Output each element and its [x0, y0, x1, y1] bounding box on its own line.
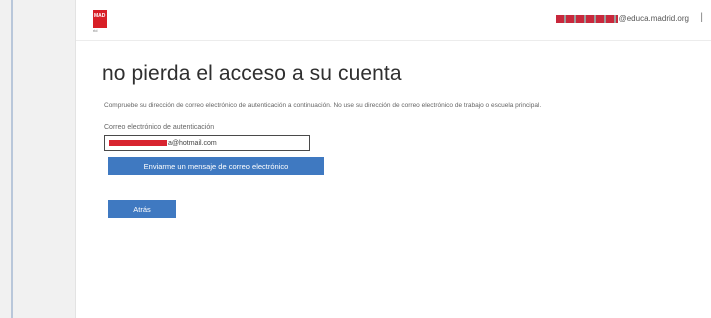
account-email-domain: @educa.madrid.org [618, 14, 689, 23]
redacted-email-local [109, 140, 167, 146]
logo-text: MAD [94, 13, 106, 19]
auth-email-label: Correo electrónico de autenticación [104, 124, 215, 131]
back-button[interactable]: Atrás [108, 200, 176, 218]
send-email-button[interactable]: Enviarme un mensaje de correo electrónic… [108, 157, 324, 175]
left-rail [0, 0, 76, 318]
brand-logo-icon: MAD rid [93, 10, 107, 33]
instructions-text: Compruebe su dirección de correo electró… [104, 102, 542, 109]
auth-email-input[interactable]: a@hotmail.com [104, 135, 310, 151]
account-email[interactable]: @educa.madrid.org [555, 14, 689, 23]
page-title: no pierda el acceso a su cuenta [102, 62, 402, 85]
logo-sub: rid [93, 28, 98, 33]
header-separator: | [700, 12, 703, 23]
auth-email-value: a@hotmail.com [168, 139, 217, 147]
redacted-name [555, 14, 618, 23]
